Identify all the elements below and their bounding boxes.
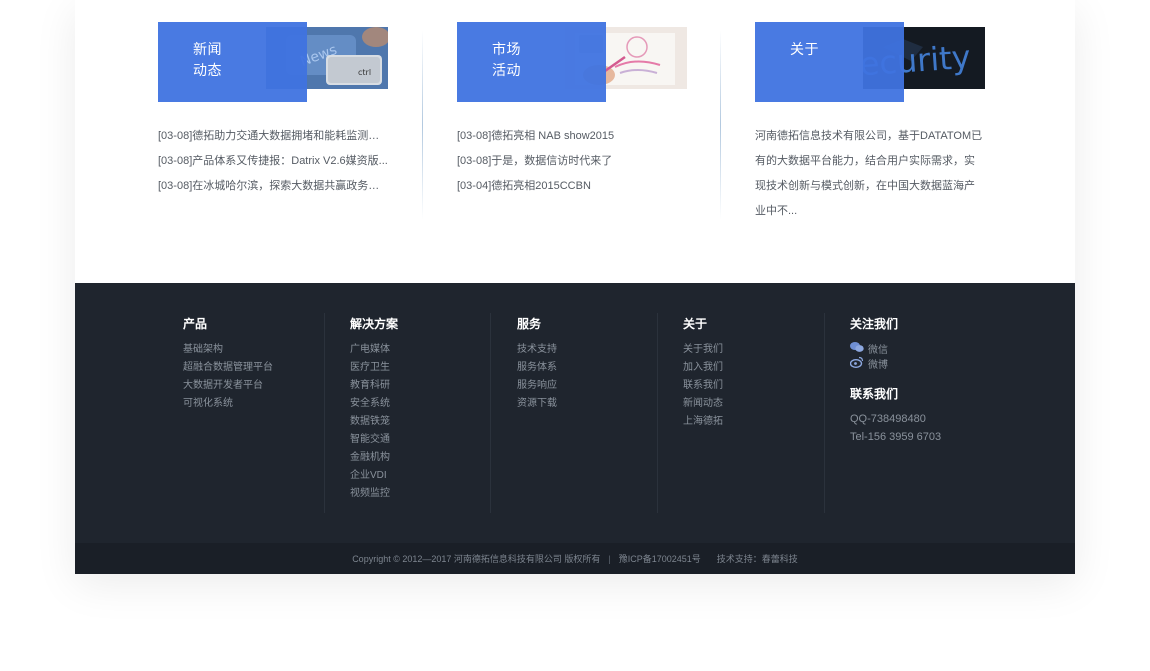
copyright-bar: Copyright © 2012—2017 河南德拓信息科技有限公司 版权所有 …: [75, 543, 1075, 574]
footer-link[interactable]: 视频监控: [350, 485, 490, 503]
news-list: [03-08]德拓助力交通大数据拥堵和能耗监测平台... [03-08]产品体系…: [158, 124, 398, 199]
svg-text:ctrl: ctrl: [358, 68, 371, 77]
footer-follow-title: 关注我们: [850, 317, 899, 331]
column-divider: [422, 30, 423, 220]
about-description: 河南德拓信息技术有限公司，基于DATATOM已有的大数据平台能力，结合用户实际需…: [755, 130, 983, 217]
market-banner-overlay: [457, 22, 606, 102]
news-column: News ctrl 新闻 动态 [03-08]德拓助力交通大数据拥堵和能耗监测平…: [158, 0, 398, 283]
footer-solutions-title: 解决方案: [350, 317, 399, 331]
footer-link[interactable]: 企业VDI: [350, 467, 490, 485]
footer-link[interactable]: 大数据开发者平台: [183, 377, 323, 395]
about-banner-title: 关于: [790, 41, 819, 57]
footer-link[interactable]: 关于我们: [683, 341, 823, 359]
footer-about: 关于 关于我们 加入我们 联系我们 新闻动态 上海德拓: [683, 313, 823, 513]
market-item[interactable]: [03-08]德拓亮相 NAB show2015: [457, 124, 687, 149]
news-banner[interactable]: News ctrl 新闻 动态: [158, 22, 388, 102]
footer-link[interactable]: 服务体系: [517, 359, 657, 377]
wechat-link[interactable]: 微信: [850, 341, 1030, 356]
icp-link[interactable]: 豫ICP备17002451号: [619, 552, 701, 565]
market-item[interactable]: [03-04]德拓亮相2015CCBN: [457, 174, 687, 199]
footer-link[interactable]: 安全系统: [350, 395, 490, 413]
footer-link[interactable]: 资源下载: [517, 395, 657, 413]
footer-link[interactable]: 上海德拓: [683, 413, 823, 431]
footer-link[interactable]: 超融合数据管理平台: [183, 359, 323, 377]
footer-link[interactable]: 金融机构: [350, 449, 490, 467]
footer-about-title: 关于: [683, 317, 708, 331]
footer-products-title: 产品: [183, 317, 208, 331]
copyright-divider: |: [608, 553, 611, 564]
weibo-link[interactable]: 微博: [849, 355, 1030, 373]
market-list: [03-08]德拓亮相 NAB show2015 [03-08]于是，数据信访时…: [457, 124, 697, 199]
news-item[interactable]: [03-08]在冰城哈尔滨，探索大数据共赢政务未来: [158, 174, 388, 199]
tech-support-link[interactable]: 技术支持：春蕾科技: [717, 552, 798, 565]
footer-follow: 关注我们 微信 微博 联系我们 QQ-738498480 Tel-156 395…: [849, 313, 1030, 513]
market-column: 市场 活动 [03-08]德拓亮相 NAB show2015 [03-08]于是…: [457, 0, 697, 283]
contact-title: 联系我们: [850, 387, 899, 401]
news-banner-overlay: [158, 22, 307, 102]
about-column: Security 关于 河南德拓信息技术有限公司，基于DATATOM已有的大数据…: [755, 0, 995, 283]
footer-link[interactable]: 智能交通: [350, 431, 490, 449]
footer-link[interactable]: 可视化系统: [183, 395, 323, 413]
weibo-label: 微博: [868, 360, 888, 371]
copyright-text: Copyright © 2012—2017 河南德拓信息科技有限公司 版权所有: [352, 554, 601, 564]
footer-link[interactable]: 新闻动态: [683, 395, 823, 413]
footer-link[interactable]: 联系我们: [683, 377, 823, 395]
footer-divider: [824, 313, 825, 513]
wechat-label: 微信: [868, 345, 888, 356]
footer-link[interactable]: 数据铁笼: [350, 413, 490, 431]
column-divider: [720, 30, 721, 220]
footer-link[interactable]: 医疗卫生: [350, 359, 490, 377]
contact-tel: Tel-156 3959 6703: [850, 431, 942, 443]
news-item[interactable]: [03-08]产品体系又传捷报：Datrix V2.6媒资版...: [158, 149, 388, 174]
news-item[interactable]: [03-08]德拓助力交通大数据拥堵和能耗监测平台...: [158, 124, 388, 149]
market-banner-title: 市场 活动: [492, 41, 521, 78]
footer-solutions: 解决方案 广电媒体 医疗卫生 教育科研 安全系统 数据铁笼 智能交通 金融机构 …: [350, 313, 490, 513]
footer-divider: [490, 313, 491, 513]
footer-services-title: 服务: [517, 317, 542, 331]
footer: 产品 基础架构 超融合数据管理平台 大数据开发者平台 可视化系统 解决方案 广电…: [75, 283, 1075, 543]
weibo-icon: [849, 355, 864, 373]
footer-link[interactable]: 加入我们: [683, 359, 823, 377]
about-banner[interactable]: Security 关于: [755, 22, 985, 102]
about-banner-overlay: [755, 22, 904, 102]
market-item[interactable]: [03-08]于是，数据信访时代来了: [457, 149, 687, 174]
info-section: News ctrl 新闻 动态 [03-08]德拓助力交通大数据拥堵和能耗监测平…: [75, 0, 1075, 283]
footer-services: 服务 技术支持 服务体系 服务响应 资源下载: [517, 313, 657, 513]
page-container: News ctrl 新闻 动态 [03-08]德拓助力交通大数据拥堵和能耗监测平…: [75, 0, 1075, 574]
news-banner-title: 新闻 动态: [193, 41, 222, 78]
contact-qq: QQ-738498480: [850, 413, 926, 425]
footer-link[interactable]: 广电媒体: [350, 341, 490, 359]
footer-divider: [324, 313, 325, 513]
footer-link[interactable]: 基础架构: [183, 341, 323, 359]
footer-link[interactable]: 技术支持: [517, 341, 657, 359]
footer-link[interactable]: 教育科研: [350, 377, 490, 395]
footer-divider: [657, 313, 658, 513]
footer-products: 产品 基础架构 超融合数据管理平台 大数据开发者平台 可视化系统: [183, 313, 323, 513]
market-banner[interactable]: 市场 活动: [457, 22, 687, 102]
footer-link[interactable]: 服务响应: [517, 377, 657, 395]
